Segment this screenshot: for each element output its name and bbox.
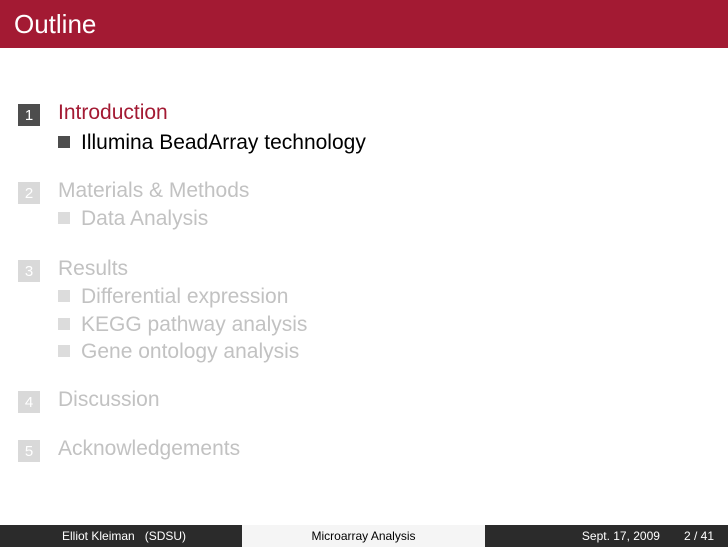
footer-author: Elliot Kleiman [62, 529, 135, 543]
subsection-label: KEGG pathway analysis [81, 313, 308, 336]
section-number: 5 [18, 440, 40, 462]
section-title: Introduction [58, 101, 168, 124]
footer-institute: (SDSU) [144, 529, 187, 543]
subsection-label: Gene ontology analysis [81, 340, 300, 363]
section-number: 4 [18, 391, 40, 413]
square-bullet-icon [58, 212, 70, 224]
section-number: 3 [18, 260, 40, 282]
subsection-item: KEGG pathway analysis [58, 313, 307, 337]
subsection-item: Differential expression [58, 285, 288, 309]
square-bullet-icon [58, 290, 70, 302]
footer-page-number: 2 / 41 [683, 529, 714, 543]
footer-bar: Elliot Kleiman (SDSU) Microarray Analysi… [0, 525, 728, 547]
section-title: Materials & Methods [58, 179, 250, 202]
subsection-label: Data Analysis [81, 207, 209, 230]
footer-date-page-cell: Sept. 17, 2009 2 / 41 [485, 525, 728, 547]
section-number: 1 [18, 104, 40, 126]
subsection-label: Illumina BeadArray technology [81, 131, 366, 154]
section-number: 2 [18, 182, 40, 204]
subsection-item: Illumina BeadArray technology [58, 131, 366, 155]
section-title: Results [58, 257, 129, 280]
title-bar: Outline [0, 0, 728, 48]
subsection-label: Differential expression [81, 285, 289, 308]
footer-date: Sept. 17, 2009 [581, 529, 660, 543]
square-bullet-icon [58, 345, 70, 357]
footer-author-cell: Elliot Kleiman (SDSU) [0, 525, 242, 547]
subsection-item: Data Analysis [58, 207, 208, 231]
slide-title: Outline [14, 9, 97, 39]
footer-title-cell: Microarray Analysis [242, 525, 485, 547]
section-title: Acknowledgements [58, 437, 241, 460]
section-title: Discussion [58, 388, 160, 411]
square-bullet-icon [58, 318, 70, 330]
square-bullet-icon [58, 136, 70, 148]
subsection-item: Gene ontology analysis [58, 340, 299, 364]
footer-presentation-title: Microarray Analysis [311, 529, 416, 543]
